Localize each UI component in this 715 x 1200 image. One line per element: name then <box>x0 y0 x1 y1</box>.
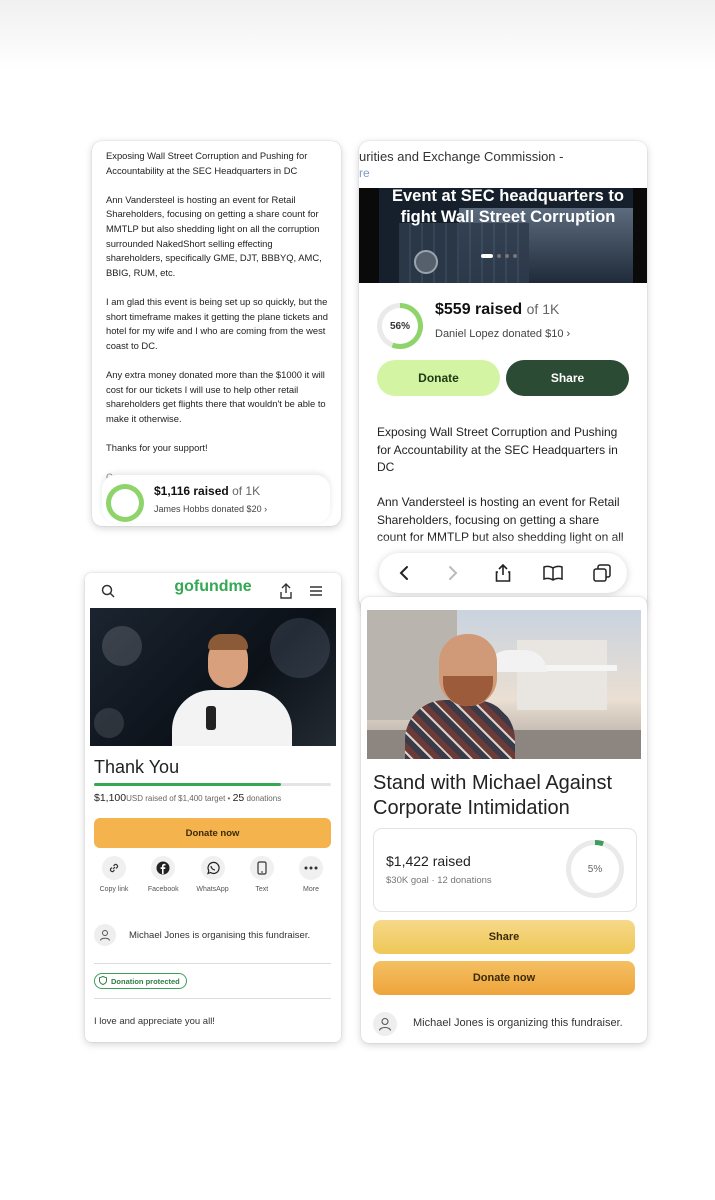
progress-percent: 5% <box>571 845 619 893</box>
gofundme-fundraiser-card: Stand with Michael Against Corporate Int… <box>361 597 647 1043</box>
page-title-bar: urities and Exchange Commission - re <box>359 141 647 194</box>
app-header: gofundme <box>85 573 341 607</box>
protected-label: Donation protected <box>111 976 180 986</box>
share-option-label: Copy link <box>99 886 129 893</box>
share-option-label: Text <box>255 886 269 893</box>
progress-percent: 56% <box>382 308 418 344</box>
progress-ring: 56% <box>377 303 423 349</box>
raised-amount: $1,116 raised of 1K <box>154 484 260 498</box>
description-paragraph: I am glad this event is being set up so … <box>106 295 328 351</box>
description-paragraph: Ann Vandersteel is hosting an event for … <box>106 193 322 278</box>
donate-button[interactable]: Donate <box>377 360 500 396</box>
share-button[interactable]: Share <box>506 360 629 396</box>
raised-value: $559 raised <box>435 301 523 318</box>
progress-box: $1,422 raised $30K goal · 12 donations 5… <box>373 828 637 912</box>
avatar-icon <box>373 1012 397 1036</box>
recent-donation[interactable]: Daniel Lopez donated $10 › <box>435 328 570 340</box>
link-icon <box>109 863 119 873</box>
goal-value: $30K goal <box>386 875 429 886</box>
divider <box>94 998 331 999</box>
share-text[interactable]: Text <box>242 856 282 893</box>
hero-title: Event at SEC headquarters to fight Wall … <box>392 188 624 226</box>
fundraiser-description: Exposing Wall Street Corruption and Push… <box>106 149 328 499</box>
menu-icon[interactable] <box>307 582 325 600</box>
recent-donor-text: Daniel Lopez donated $10 <box>435 328 564 340</box>
whatsapp-icon <box>206 861 220 875</box>
goal-value: of 1K <box>232 484 261 498</box>
gofundme-logo[interactable]: gofundme <box>85 578 341 596</box>
chevron-right-icon: › <box>264 504 268 514</box>
sec-seal-icon <box>414 250 438 274</box>
raised-summary-bar[interactable]: $1,116 raised of 1K James Hobbs donated … <box>102 475 330 523</box>
chevron-right-icon: › <box>566 328 571 340</box>
share-option-label: WhatsApp <box>196 886 229 893</box>
hero-image[interactable]: Event at SEC headquarters to fight Wall … <box>359 188 647 283</box>
donations-count: 12 donations <box>437 875 492 886</box>
raised-amount: $559 raised of 1K <box>435 301 559 319</box>
share-options: Copy link Facebook WhatsApp Text More <box>94 856 331 893</box>
donate-now-button[interactable]: Donate now <box>94 818 331 848</box>
microphone-icon <box>206 706 216 730</box>
fundraiser-title: Thank You <box>94 757 180 777</box>
recent-donor-text: James Hobbs donated $20 <box>154 504 262 514</box>
page-title-more[interactable]: re <box>359 166 370 180</box>
goal-summary: $30K goal · 12 donations <box>386 875 492 886</box>
shield-icon <box>99 975 107 987</box>
recent-donation[interactable]: James Hobbs donated $20 › <box>154 504 267 514</box>
fundraiser-photo <box>367 610 641 759</box>
organizer-text: Michael Jones is organizing this fundrai… <box>413 1017 623 1029</box>
bookmarks-icon[interactable] <box>540 560 566 586</box>
carousel-dots[interactable] <box>481 254 517 258</box>
description-paragraph: Exposing Wall Street Corruption and Push… <box>106 150 308 176</box>
title-fade <box>577 141 647 186</box>
tabs-icon[interactable] <box>589 560 615 586</box>
separator: · <box>431 875 435 886</box>
raised-value: $1,116 raised <box>154 484 229 498</box>
phone-icon <box>257 861 267 875</box>
organizer-text: Michael Jones is organising this fundrai… <box>129 930 311 941</box>
description-paragraph: Exposing Wall Street Corruption and Push… <box>377 425 618 474</box>
screenshot-description-card: Exposing Wall Street Corruption and Push… <box>92 141 341 526</box>
progress-bar <box>94 783 331 786</box>
separator: • <box>227 794 231 803</box>
top-shade <box>0 0 715 70</box>
donations-label: donations <box>246 794 282 803</box>
page-title-line: urities and Exchange Commission - <box>359 149 564 164</box>
share-option-label: More <box>303 886 319 893</box>
progress-ring: 5% <box>566 840 624 898</box>
browser-toolbar <box>379 553 627 593</box>
share-whatsapp[interactable]: WhatsApp <box>193 856 233 893</box>
donate-now-button[interactable]: Donate now <box>373 961 635 995</box>
browser-fundraiser-card: urities and Exchange Commission - re Eve… <box>359 141 647 609</box>
donations-count: 25 <box>232 792 245 804</box>
progress-ring <box>106 484 144 522</box>
forward-icon[interactable] <box>440 560 466 586</box>
facebook-icon <box>156 861 170 875</box>
back-icon[interactable] <box>391 560 417 586</box>
divider <box>94 963 331 964</box>
share-icon[interactable] <box>490 560 516 586</box>
hero-edge-left <box>359 188 379 283</box>
share-button[interactable]: Share <box>373 920 635 954</box>
fundraiser-stats: $1,100USD raised of $1,400 target • 25 d… <box>94 792 281 804</box>
fundraiser-photo <box>90 608 336 746</box>
share-option-label: Facebook <box>147 886 179 893</box>
description-paragraph: Thanks for your support! <box>106 441 208 453</box>
avatar-icon <box>94 924 116 946</box>
more-icon <box>304 866 318 870</box>
donation-protected-badge[interactable]: Donation protected <box>94 973 187 989</box>
description-paragraph: Any extra money donated more than the $1… <box>106 368 326 424</box>
target-text: USD raised of $1,400 target <box>126 794 226 803</box>
fundraiser-title: Stand with Michael Against Corporate Int… <box>373 772 613 819</box>
gofundme-mobile-card: gofundme Thank You $1,100USD raised of $… <box>85 573 341 1042</box>
goal-value: of 1K <box>526 301 560 317</box>
share-more[interactable]: More <box>291 856 331 893</box>
share-copy-link[interactable]: Copy link <box>94 856 134 893</box>
fundraiser-message: I love and appreciate you all! <box>94 1016 215 1027</box>
share-facebook[interactable]: Facebook <box>143 856 183 893</box>
raised-value: $1,422 raised <box>386 853 471 869</box>
share-icon[interactable] <box>277 582 295 600</box>
raised-value: $1,100 <box>94 792 127 804</box>
